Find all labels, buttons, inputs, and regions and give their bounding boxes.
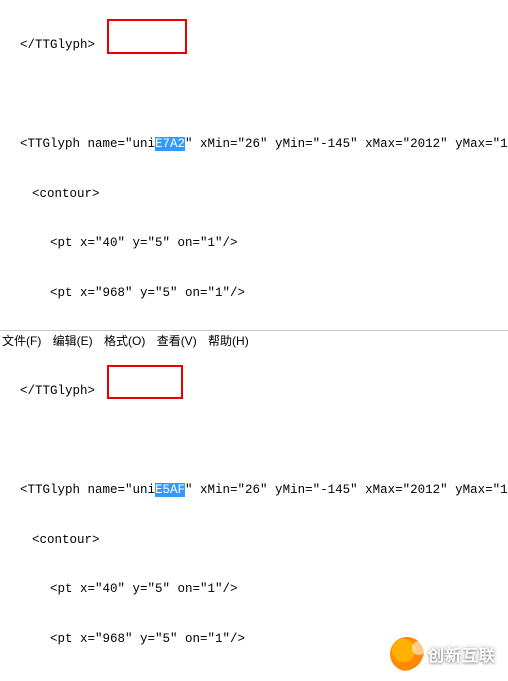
xml-line: <pt x="968" y="5" on="1"/> [50,631,506,648]
menu-format[interactable]: 格式(O) [104,334,145,348]
xml-line-blank [2,87,506,104]
menu-view[interactable]: 查看(V) [157,334,197,348]
xml-line: <pt x="40" y="5" on="1"/> [50,581,506,598]
xml-line: <contour> [32,532,506,549]
menu-edit[interactable]: 编辑(E) [53,334,93,348]
xml-prefix: <TTGlyph name="uni [20,137,155,151]
xml-line: </TTGlyph> [20,383,506,400]
xml-suffix: " xMin="26" yMin="-145" xMax="2012" yMax… [185,137,508,151]
menu-help[interactable]: 帮助(H) [208,334,249,348]
xml-glyph-open: <TTGlyph name="uniE5AF" xMin="26" yMin="… [20,482,506,499]
xml-prefix: <TTGlyph name="uni [20,483,155,497]
editor-panel-top[interactable]: </TTGlyph> <TTGlyph name="uniE7A2" xMin=… [0,0,508,330]
editor-panel-bottom[interactable]: </TTGlyph> <TTGlyph name="uniE5AF" xMin=… [0,348,508,681]
xml-suffix: " xMin="26" yMin="-145" xMax="2012" yMax… [185,483,508,497]
selected-code-bottom[interactable]: E5AF [155,483,185,497]
xml-line: <pt x="40" y="5" on="1"/> [50,235,506,252]
xml-line: <pt x="968" y="5" on="1"/> [50,285,506,302]
menu-bar: 文件(F) 编辑(E) 格式(O) 查看(V) 帮助(H) [0,330,508,348]
xml-glyph-open: <TTGlyph name="uniE7A2" xMin="26" yMin="… [20,136,506,153]
xml-line: </TTGlyph> [20,37,506,54]
xml-line: <contour> [32,186,506,203]
xml-line-blank [2,433,506,450]
selected-code-top[interactable]: E7A2 [155,137,185,151]
menu-file[interactable]: 文件(F) [2,334,41,348]
